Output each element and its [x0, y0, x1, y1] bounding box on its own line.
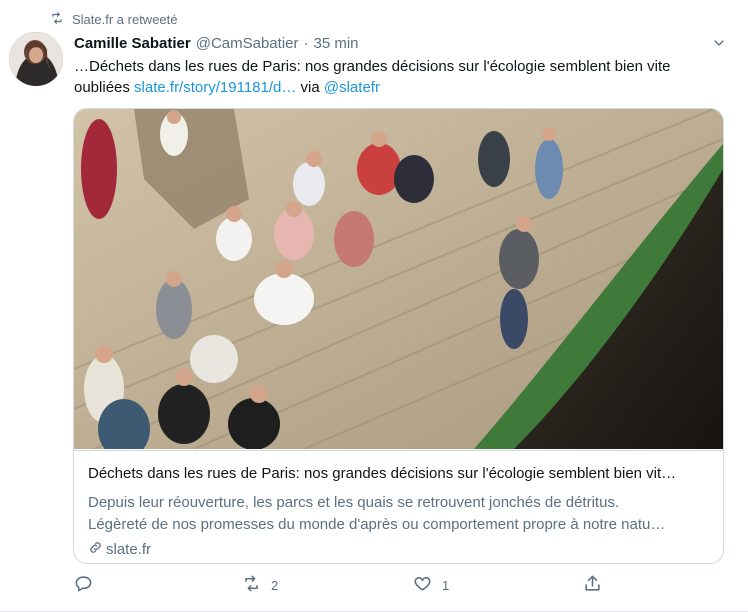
card-image[interactable] — [74, 109, 723, 449]
like-count: 1 — [442, 577, 450, 593]
separator-dot: · — [303, 34, 309, 52]
retweet-label: Slate.fr a retweeté — [72, 11, 178, 27]
retweet-context[interactable]: Slate.fr a retweeté — [50, 10, 178, 28]
retweet-count: 2 — [271, 577, 279, 593]
tweet-actions: 2 1 — [72, 572, 612, 598]
author-handle[interactable]: @CamSabatier — [196, 35, 299, 52]
author-name[interactable]: Camille Sabatier — [74, 35, 191, 52]
reply-button[interactable] — [74, 574, 103, 596]
retweet-button[interactable]: 2 — [242, 574, 278, 596]
like-icon — [413, 574, 432, 596]
card-description: Depuis leur réouverture, les parcs et le… — [88, 492, 709, 536]
card-description-line-2: Légèreté de nos promesses du monde d'apr… — [88, 516, 666, 533]
tweet-link[interactable]: slate.fr/story/191181/d… — [134, 79, 296, 96]
card-body[interactable]: Déchets dans les rues de Paris: nos gran… — [74, 450, 723, 563]
chevron-down-icon[interactable] — [708, 33, 730, 53]
tweet-header: Camille Sabatier @CamSabatier · 35 min — [74, 33, 728, 53]
tweet[interactable]: Slate.fr a retweeté Camille Sabatier @Ca… — [0, 0, 748, 612]
tweet-text: …Déchets dans les rues de Paris: nos gra… — [74, 56, 724, 98]
avatar[interactable] — [9, 32, 63, 86]
reply-icon — [74, 574, 93, 596]
tweet-timestamp[interactable]: 35 min — [314, 35, 359, 52]
link-icon — [88, 540, 103, 559]
card-description-line-1: Depuis leur réouverture, les parcs et le… — [88, 494, 620, 511]
like-button[interactable]: 1 — [413, 574, 449, 596]
retweet-icon — [50, 11, 64, 28]
link-card[interactable]: Déchets dans les rues de Paris: nos gran… — [73, 108, 724, 564]
via-text: via — [296, 79, 324, 96]
mention-link[interactable]: @slatefr — [324, 79, 380, 96]
card-title: Déchets dans les rues de Paris: nos gran… — [88, 465, 677, 482]
retweet-icon — [242, 574, 261, 596]
share-button[interactable] — [583, 574, 602, 596]
share-icon — [583, 574, 602, 596]
card-domain: slate.fr — [88, 540, 709, 559]
card-domain-label: slate.fr — [106, 541, 152, 558]
